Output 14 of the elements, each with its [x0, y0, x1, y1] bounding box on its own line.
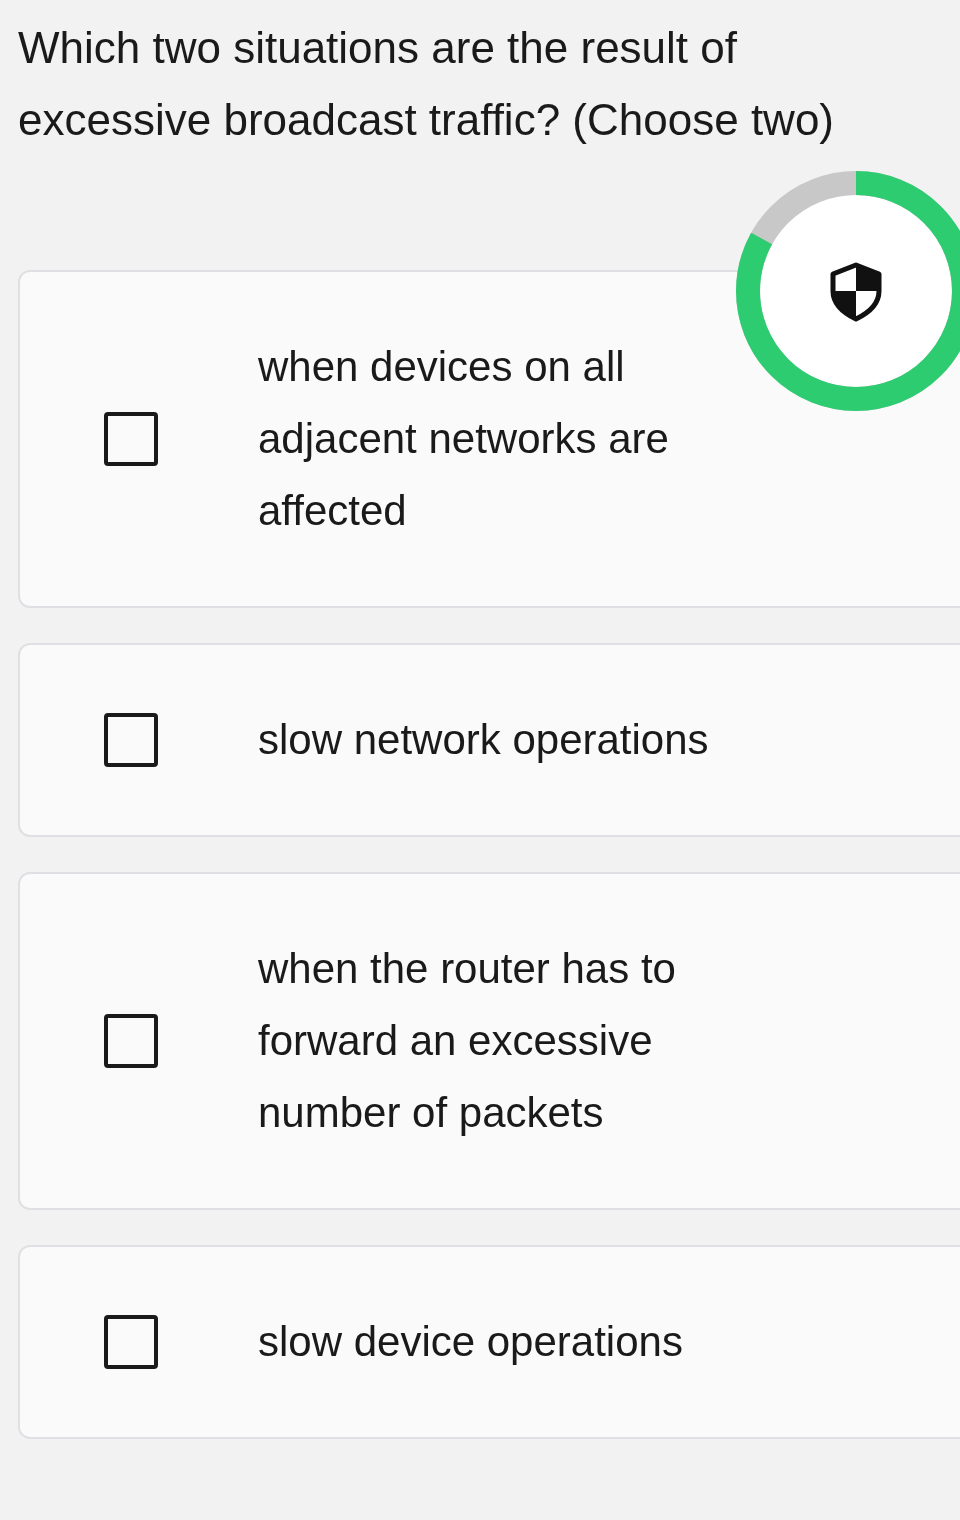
- option-text: slow device operations: [258, 1317, 683, 1367]
- answer-option[interactable]: slow network operations: [18, 643, 960, 837]
- option-text: when devices on all adjacent networks are affected: [258, 342, 670, 536]
- answer-option[interactable]: slow device operations: [18, 1245, 960, 1439]
- checkbox[interactable]: [104, 412, 158, 466]
- checkbox[interactable]: [104, 1315, 158, 1369]
- answer-option[interactable]: when the router has to forward an excessive number of packets: [18, 872, 960, 1210]
- shield-icon: [830, 262, 882, 322]
- option-text: when the router has to forward an excessive number of packets: [258, 944, 677, 1138]
- checkbox[interactable]: [104, 713, 158, 767]
- answer-option[interactable]: when devices on all adjacent networks are affected: [18, 270, 960, 608]
- checkbox[interactable]: [104, 1014, 158, 1068]
- question-text: Which two situations are the result of excessive broadcast traffic? (Choose two): [17, 22, 835, 146]
- option-text: slow network operations: [258, 715, 709, 765]
